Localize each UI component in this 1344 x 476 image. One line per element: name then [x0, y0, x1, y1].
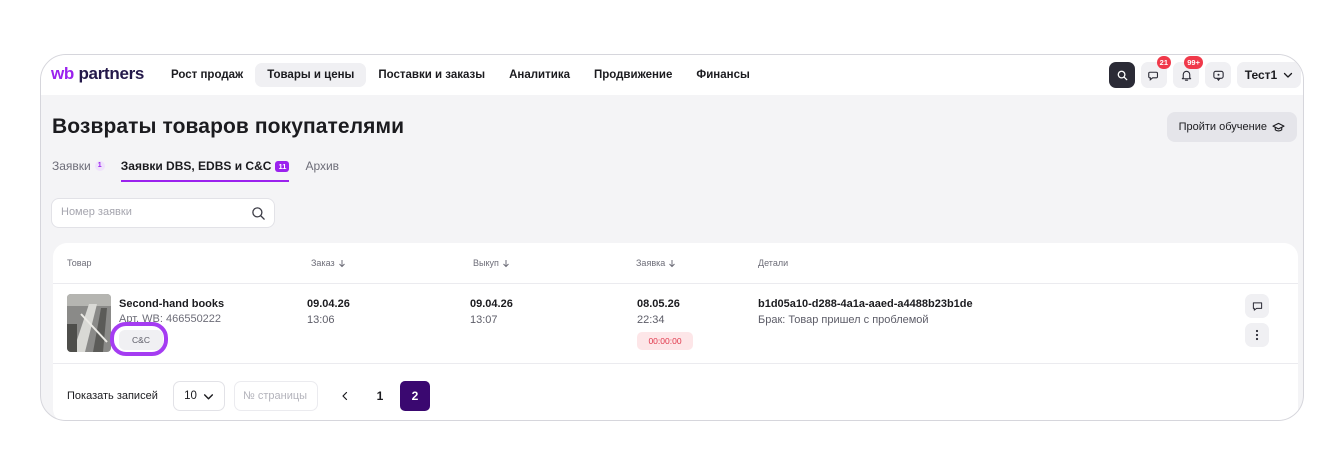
buyout-time: 13:07: [470, 314, 498, 326]
chat-count-badge: 21: [1156, 56, 1171, 69]
product-thumbnail[interactable]: [67, 294, 111, 352]
returns-table: Товар Заказ Выкуп Заявка Детали Second-h…: [53, 243, 1298, 420]
notifications-button[interactable]: 99+: [1173, 56, 1203, 88]
request-search: [51, 198, 275, 228]
page-button-1[interactable]: 1: [365, 381, 395, 411]
tab-dbs-edbs-cc-count: 11: [275, 160, 290, 172]
page-size-value: 10: [184, 390, 197, 402]
user-name: Тест1: [1244, 68, 1278, 82]
page-number-input[interactable]: [243, 390, 319, 402]
take-training-label: Пройти обучение: [1178, 121, 1267, 133]
search-icon: [1117, 70, 1127, 80]
sort-arrow-icon: [503, 259, 509, 267]
bell-icon: [1181, 70, 1191, 81]
header-divider: [53, 283, 1298, 284]
user-menu-button[interactable]: Тест1: [1237, 62, 1301, 88]
return-reason: Брак: Товар пришел с проблемой: [758, 314, 929, 326]
nav-item-sales-growth[interactable]: Рост продаж: [159, 63, 255, 87]
chevron-left-icon: [342, 391, 348, 401]
column-header-order[interactable]: Заказ: [311, 258, 346, 268]
column-header-request[interactable]: Заявка: [636, 258, 676, 268]
tab-archive-label: Архив: [305, 159, 340, 173]
request-date: 08.05.26: [637, 298, 680, 310]
nav-item-promotion[interactable]: Продвижение: [582, 63, 684, 87]
nav-item-finance[interactable]: Финансы: [684, 63, 761, 87]
chat-button[interactable]: 21: [1141, 56, 1171, 88]
notification-count-badge: 99+: [1184, 56, 1203, 69]
sort-arrow-icon: [669, 259, 676, 267]
support-button[interactable]: [1205, 62, 1231, 88]
request-id[interactable]: b1d05a10-d288-4a1a-aaed-a4488b23b1de: [758, 298, 973, 310]
order-time: 13:06: [307, 314, 335, 326]
buyout-date: 09.04.26: [470, 298, 513, 310]
tab-dbs-edbs-cc-label: Заявки DBS, EDBS и С&C: [120, 159, 272, 173]
message-button[interactable]: [1245, 294, 1269, 318]
order-date: 09.04.26: [307, 298, 350, 310]
nav-item-supplies-and-orders[interactable]: Поставки и заказы: [366, 63, 497, 87]
logo[interactable]: wb partners: [51, 64, 144, 84]
support-icon: [1212, 70, 1224, 81]
tab-requests-label: Заявки: [52, 159, 91, 173]
sort-arrow-icon: [338, 259, 345, 267]
row-divider: [53, 363, 1298, 364]
product-name[interactable]: Second-hand books: [119, 298, 224, 310]
column-header-product: Товар: [67, 258, 92, 268]
message-icon: [1252, 301, 1262, 311]
chevron-down-icon: [1284, 72, 1293, 78]
top-bar: wb partners Рост продаж Товары и цены По…: [41, 55, 1303, 95]
page-title: Возвраты товаров покупателями: [52, 115, 405, 138]
tab-requests-count: 1: [94, 161, 105, 171]
app-window: wb partners Рост продаж Товары и цены По…: [40, 54, 1304, 421]
chat-icon: [1147, 71, 1158, 81]
countdown-timer: 00:00:00: [637, 332, 693, 350]
search-icon[interactable]: [251, 206, 266, 221]
main-nav: Рост продаж Товары и цены Поставки и зак…: [159, 63, 762, 87]
highlight-ring: [110, 322, 168, 356]
nav-item-goods-and-prices[interactable]: Товары и цены: [255, 63, 367, 87]
previous-page-button[interactable]: [334, 385, 356, 407]
top-bar-actions: 21 99+ Тест1: [1103, 56, 1303, 88]
tabs: Заявки 1 Заявки DBS, EDBS и С&C 11 Архив: [52, 159, 355, 182]
graduation-cap-icon: [1272, 122, 1285, 131]
request-time: 22:34: [637, 314, 665, 326]
search-button[interactable]: [1109, 62, 1135, 88]
more-vertical-icon: [1255, 329, 1259, 341]
page-number-field: [234, 381, 319, 411]
tab-archive[interactable]: Архив: [305, 159, 339, 180]
more-actions-button[interactable]: [1245, 323, 1269, 347]
request-number-input[interactable]: [61, 206, 241, 218]
nav-item-analytics[interactable]: Аналитика: [497, 63, 582, 87]
tab-requests[interactable]: Заявки 1: [52, 159, 105, 180]
tab-dbs-edbs-cc-requests[interactable]: Заявки DBS, EDBS и С&C 11: [120, 159, 290, 182]
take-training-button[interactable]: Пройти обучение: [1166, 112, 1297, 142]
column-header-details: Детали: [758, 258, 789, 268]
page-size-label: Показать записей: [67, 390, 158, 402]
chevron-down-icon: [203, 393, 213, 399]
column-header-buyout[interactable]: Выкуп: [473, 258, 510, 268]
page-size-select[interactable]: 10: [173, 381, 225, 411]
page-button-2[interactable]: 2: [400, 381, 430, 411]
